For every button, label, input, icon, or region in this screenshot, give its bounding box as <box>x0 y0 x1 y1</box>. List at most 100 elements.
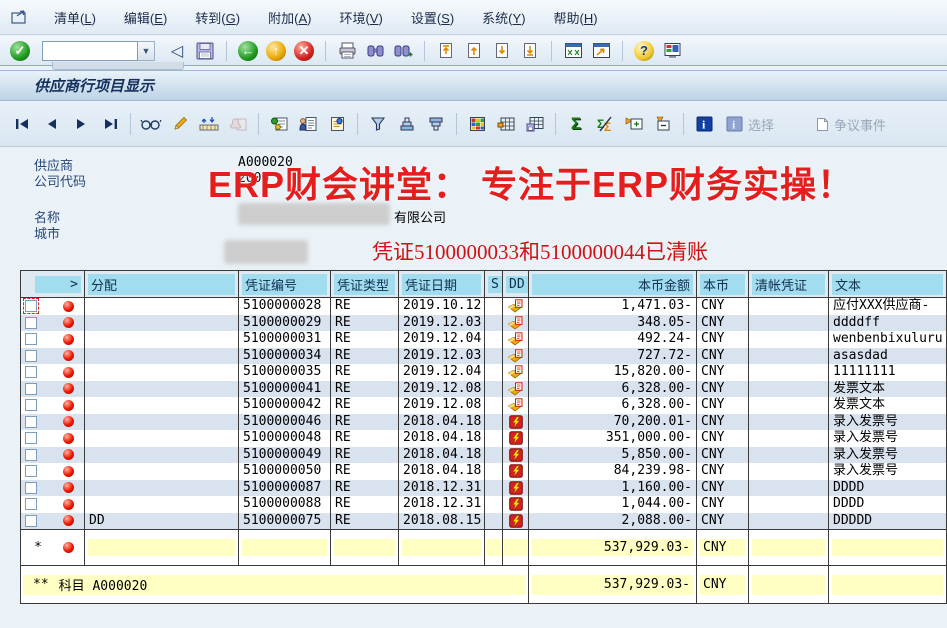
column-header[interactable]: 本币 <box>700 274 745 295</box>
document-date-cell[interactable]: 2019.12.03 <box>399 348 485 365</box>
document-number-cell[interactable]: 5100000049 <box>239 447 331 464</box>
document-date-cell[interactable]: 2018.04.18 <box>399 430 485 447</box>
document-type-cell[interactable]: RE <box>331 496 399 513</box>
collapse-icon[interactable] <box>650 112 676 136</box>
assignment-cell[interactable] <box>85 430 239 447</box>
menu-item[interactable]: 环境(V) <box>325 4 396 31</box>
amount-cell[interactable]: 84,239.98- <box>529 463 697 480</box>
menu-item[interactable]: 帮助(H) <box>540 4 612 31</box>
text-cell[interactable]: 录入发票号 <box>829 430 946 447</box>
document-type-cell[interactable]: RE <box>331 430 399 447</box>
text-cell[interactable]: ddddff <box>829 315 946 332</box>
first-page-button[interactable] <box>434 40 458 62</box>
column-header[interactable]: 凭证类型 <box>334 274 395 295</box>
sum-icon[interactable]: Σ <box>563 112 589 136</box>
text-cell[interactable]: 发票文本 <box>829 381 946 398</box>
choose-layout-icon[interactable] <box>464 112 490 136</box>
document-number-cell[interactable]: 5100000048 <box>239 430 331 447</box>
assignment-cell[interactable] <box>85 414 239 431</box>
row-checkbox[interactable] <box>25 399 37 411</box>
document-date-cell[interactable]: 2018.12.31 <box>399 496 485 513</box>
amount-cell[interactable]: 1,471.03- <box>529 298 697 315</box>
sort-ascending-icon[interactable] <box>394 112 420 136</box>
currency-cell[interactable]: CNY <box>697 397 749 414</box>
document-type-cell[interactable]: RE <box>331 315 399 332</box>
amount-cell[interactable]: 6,328.00- <box>529 381 697 398</box>
assignment-cell[interactable] <box>85 397 239 414</box>
currency-cell[interactable]: CNY <box>697 463 749 480</box>
row-checkbox[interactable] <box>25 333 37 345</box>
text-cell[interactable]: 录入发票号 <box>829 463 946 480</box>
amount-cell[interactable]: 15,820.00- <box>529 364 697 381</box>
clearing-document-cell[interactable] <box>749 331 829 348</box>
row-checkbox[interactable] <box>25 416 37 428</box>
document-type-cell[interactable]: RE <box>331 298 399 315</box>
row-checkbox[interactable] <box>25 498 37 510</box>
document-date-cell[interactable]: 2018.12.31 <box>399 480 485 497</box>
page-down-button[interactable] <box>490 40 514 62</box>
document-number-cell[interactable]: 5100000088 <box>239 496 331 513</box>
document-type-cell[interactable]: RE <box>331 397 399 414</box>
clearing-document-cell[interactable] <box>749 480 829 497</box>
clearing-document-cell[interactable] <box>749 496 829 513</box>
print-button[interactable] <box>335 40 359 62</box>
amount-cell[interactable]: 492.24- <box>529 331 697 348</box>
change-layout-icon[interactable] <box>493 112 519 136</box>
clearing-document-cell[interactable] <box>749 315 829 332</box>
change-pencil-icon[interactable] <box>167 112 193 136</box>
currency-cell[interactable]: CNY <box>697 348 749 365</box>
document-type-cell[interactable]: RE <box>331 331 399 348</box>
menu-item[interactable]: 设置(S) <box>397 4 468 31</box>
assignment-cell[interactable] <box>85 331 239 348</box>
assignment-cell[interactable] <box>85 447 239 464</box>
document-date-cell[interactable]: 2019.12.08 <box>399 381 485 398</box>
amount-cell[interactable]: 5,850.00- <box>529 447 697 464</box>
screen-control-icon[interactable] <box>8 7 32 27</box>
document-type-cell[interactable]: RE <box>331 414 399 431</box>
row-checkbox[interactable] <box>25 383 37 395</box>
clearing-document-cell[interactable] <box>749 414 829 431</box>
row-checkbox[interactable] <box>25 465 37 477</box>
text-cell[interactable]: asasdad <box>829 348 946 365</box>
text-cell[interactable]: DDDD <box>829 480 946 497</box>
command-field[interactable] <box>42 41 138 61</box>
row-checkbox[interactable] <box>25 350 37 362</box>
menu-item[interactable]: 系统(Y) <box>468 4 539 31</box>
column-header[interactable]: 凭证编号 <box>242 274 327 295</box>
expand-icon[interactable] <box>621 112 647 136</box>
column-header[interactable]: 分配 <box>88 274 235 295</box>
amount-cell[interactable]: 348.05- <box>529 315 697 332</box>
clearing-document-cell[interactable] <box>749 298 829 315</box>
clearing-document-cell[interactable] <box>749 381 829 398</box>
amount-cell[interactable]: 351,000.00- <box>529 430 697 447</box>
next-item-button[interactable] <box>68 112 94 136</box>
menu-item[interactable]: 转到(G) <box>181 4 254 31</box>
clearing-document-cell[interactable] <box>749 397 829 414</box>
clearing-document-cell[interactable] <box>749 430 829 447</box>
text-cell[interactable]: 录入发票号 <box>829 414 946 431</box>
cancel-button[interactable]: ✕ <box>292 40 316 62</box>
menu-item[interactable]: 编辑(E) <box>110 4 181 31</box>
display-document-icon[interactable] <box>266 112 292 136</box>
document-number-cell[interactable]: 5100000075 <box>239 513 331 530</box>
amount-cell[interactable]: 1,044.00- <box>529 496 697 513</box>
document-number-cell[interactable]: 5100000034 <box>239 348 331 365</box>
find-next-button[interactable] <box>391 40 415 62</box>
row-checkbox[interactable] <box>25 366 37 378</box>
column-header[interactable]: 文本 <box>832 274 943 295</box>
document-icon[interactable] <box>324 112 350 136</box>
text-cell[interactable]: 录入发票号 <box>829 447 946 464</box>
column-header[interactable]: > <box>35 276 81 293</box>
assignment-cell[interactable] <box>85 364 239 381</box>
document-type-cell[interactable]: RE <box>331 348 399 365</box>
command-field-dropdown-icon[interactable]: ▼ <box>138 41 155 61</box>
document-date-cell[interactable]: 2019.12.03 <box>399 315 485 332</box>
amount-cell[interactable]: 727.72- <box>529 348 697 365</box>
previous-item-button[interactable] <box>39 112 65 136</box>
mass-change-icon[interactable] <box>196 112 222 136</box>
assignment-cell[interactable] <box>85 315 239 332</box>
row-checkbox[interactable] <box>25 300 37 312</box>
currency-cell[interactable]: CNY <box>697 480 749 497</box>
last-page-button[interactable] <box>518 40 542 62</box>
row-checkbox[interactable] <box>25 432 37 444</box>
